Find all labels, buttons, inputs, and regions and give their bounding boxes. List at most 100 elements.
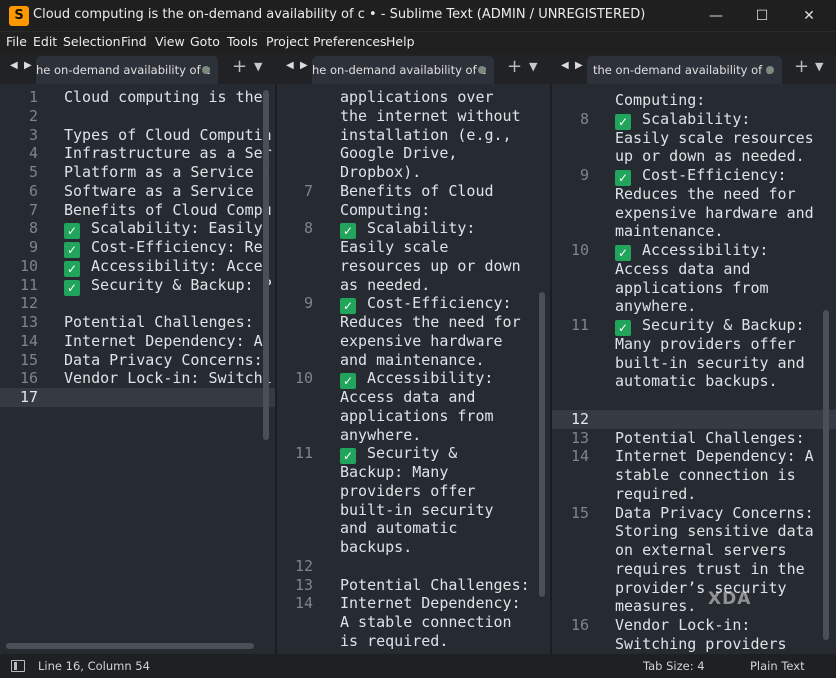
code-line[interactable]: 13 Potential Challenges: xyxy=(277,576,551,595)
minimize-button[interactable]: — xyxy=(693,0,739,32)
code-line[interactable]: backups. xyxy=(277,538,551,557)
code-line[interactable]: 14 Internet Dependency: A xyxy=(0,332,276,351)
code-line[interactable]: 4 Infrastructure as a Ser xyxy=(0,144,276,163)
code-line[interactable]: applications from xyxy=(277,407,551,426)
menu-goto[interactable]: Goto xyxy=(190,34,220,49)
code-line[interactable]: 12 xyxy=(552,409,836,429)
code-line[interactable]: 12 xyxy=(277,557,551,576)
code-line[interactable]: 7 Benefits of Cloud xyxy=(277,182,551,201)
tab-prev-arrow-icon[interactable]: ◀ xyxy=(286,60,294,71)
menu-view[interactable]: View xyxy=(155,34,185,49)
tab-document-2[interactable]: he on-demand availability of c xyxy=(312,56,494,84)
code-line[interactable]: installation (e.g., xyxy=(277,126,551,145)
code-line[interactable]: 11 ✓ Security & Backup: xyxy=(552,316,836,336)
code-line[interactable]: automatic backups. xyxy=(552,372,836,391)
cursor-position[interactable]: Line 16, Column 54 xyxy=(38,659,150,673)
maximize-button[interactable]: ☐ xyxy=(739,0,785,32)
code-line[interactable]: 7 Benefits of Cloud Compu xyxy=(0,201,276,220)
code-line[interactable]: Computing: xyxy=(277,201,551,220)
tab-next-arrow-icon[interactable]: ▶ xyxy=(24,60,32,71)
tab-size[interactable]: Tab Size: 4 xyxy=(643,659,705,673)
code-line[interactable]: applications from xyxy=(552,279,836,298)
vertical-scrollbar[interactable] xyxy=(823,310,829,640)
code-line[interactable]: as needed. xyxy=(277,276,551,295)
code-line[interactable]: 15 Data Privacy Concerns: xyxy=(0,351,276,370)
code-line[interactable]: anywhere. xyxy=(552,297,836,316)
code-line[interactable]: providers offer xyxy=(277,482,551,501)
code-line[interactable]: 13 Potential Challenges: xyxy=(552,429,836,448)
code-line[interactable]: requires trust in the xyxy=(552,560,836,579)
code-line[interactable]: A stable connection xyxy=(277,613,551,632)
menu-help[interactable]: Help xyxy=(386,34,415,49)
code-line[interactable]: Many providers offer xyxy=(552,335,836,354)
code-line[interactable]: 17 xyxy=(0,388,276,407)
code-line[interactable]: applications over xyxy=(277,88,551,107)
code-line[interactable]: Reduces the need for xyxy=(277,313,551,332)
code-line[interactable]: Reduces the need for xyxy=(552,185,836,204)
menu-tools[interactable]: Tools xyxy=(227,34,258,49)
tab-next-arrow-icon[interactable]: ▶ xyxy=(575,60,583,71)
code-line[interactable]: Access data and xyxy=(277,388,551,407)
tab-prev-arrow-icon[interactable]: ◀ xyxy=(10,60,18,71)
code-line[interactable]: Backup: Many xyxy=(277,463,551,482)
code-line[interactable]: stable connection is xyxy=(552,466,836,485)
code-line[interactable]: Easily scale xyxy=(277,238,551,257)
code-line[interactable]: 3 Types of Cloud Computin xyxy=(0,126,276,145)
code-line[interactable]: 5 Platform as a Service ( xyxy=(0,163,276,182)
code-line[interactable]: on external servers xyxy=(552,541,836,560)
tab-list-dropdown-icon[interactable]: ▼ xyxy=(529,60,537,73)
unsaved-dot-icon[interactable] xyxy=(478,66,486,74)
code-line[interactable]: 2 xyxy=(0,107,276,126)
code-line[interactable]: expensive hardware and xyxy=(552,204,836,223)
editor-pane-3[interactable]: Computing: 8 ✓ Scalability: Easily scale re… xyxy=(552,84,836,654)
unsaved-dot-icon[interactable] xyxy=(202,66,210,74)
syntax-mode[interactable]: Plain Text xyxy=(750,659,805,673)
code-line[interactable]: 1 Cloud computing is the xyxy=(0,88,276,107)
code-line[interactable]: maintenance. xyxy=(552,222,836,241)
close-button[interactable]: ✕ xyxy=(786,0,832,32)
code-line[interactable]: required. xyxy=(552,485,836,504)
menu-preferences[interactable]: Preferences xyxy=(313,34,387,49)
code-line[interactable]: 8 ✓ Scalability: Easily xyxy=(0,219,276,240)
code-line[interactable]: 16 Vendor Lock-in: Switchi xyxy=(0,369,276,388)
code-line[interactable]: up or down as needed. xyxy=(552,147,836,166)
vertical-scrollbar[interactable] xyxy=(263,90,269,440)
unsaved-dot-icon[interactable] xyxy=(766,66,774,74)
editor-pane-2[interactable]: applications over the internet without ins… xyxy=(277,84,551,654)
horizontal-scrollbar[interactable] xyxy=(6,643,254,649)
vertical-scrollbar[interactable] xyxy=(539,292,545,597)
code-line[interactable]: Google Drive, xyxy=(277,144,551,163)
code-line[interactable]: anywhere. xyxy=(277,426,551,445)
menu-edit[interactable]: Edit xyxy=(33,34,57,49)
code-line[interactable]: 9 ✓ Cost-Efficiency: xyxy=(552,166,836,186)
tab-list-dropdown-icon[interactable]: ▼ xyxy=(815,60,823,73)
code-line[interactable]: Computing: xyxy=(552,91,836,110)
code-line[interactable]: 8 ✓ Scalability: xyxy=(277,219,551,240)
menu-project[interactable]: Project xyxy=(266,34,309,49)
code-line[interactable]: expensive hardware xyxy=(277,332,551,351)
panel-toggle-icon[interactable] xyxy=(11,660,25,672)
code-line[interactable]: 14 Internet Dependency: A xyxy=(552,447,836,466)
menu-file[interactable]: File xyxy=(6,34,27,49)
code-line[interactable]: the internet without xyxy=(277,107,551,126)
sublime-app-icon[interactable]: S xyxy=(9,6,29,26)
tab-document-3[interactable]: the on-demand availability of c xyxy=(587,56,782,84)
code-line[interactable]: 13 Potential Challenges: xyxy=(0,313,276,332)
code-line[interactable]: 11 ✓ Security & xyxy=(277,444,551,465)
editor-pane-1[interactable]: 1 Cloud computing is the 2 3 Types of Cloud … xyxy=(0,84,276,654)
tab-prev-arrow-icon[interactable]: ◀ xyxy=(561,60,569,71)
code-line[interactable]: 10 ✓ Accessibility: xyxy=(552,241,836,261)
code-line[interactable]: Switching providers xyxy=(552,635,836,654)
code-line[interactable]: 10 ✓ Accessibility: xyxy=(277,369,551,390)
tab-list-dropdown-icon[interactable]: ▼ xyxy=(254,60,262,73)
code-line[interactable]: resources up or down xyxy=(277,257,551,276)
code-line[interactable]: is required. xyxy=(277,632,551,651)
code-line[interactable]: and automatic xyxy=(277,519,551,538)
code-line[interactable]: 11 ✓ Security & Backup: P xyxy=(0,276,276,296)
code-line[interactable]: 15 Data Privacy Concerns: xyxy=(552,504,836,523)
code-line[interactable]: 9 ✓ Cost-Efficiency: xyxy=(277,294,551,315)
new-tab-plus-icon[interactable]: + xyxy=(507,56,522,77)
new-tab-plus-icon[interactable]: + xyxy=(232,56,247,77)
code-line[interactable]: and maintenance. xyxy=(277,351,551,370)
code-line[interactable]: 8 ✓ Scalability: xyxy=(552,110,836,130)
